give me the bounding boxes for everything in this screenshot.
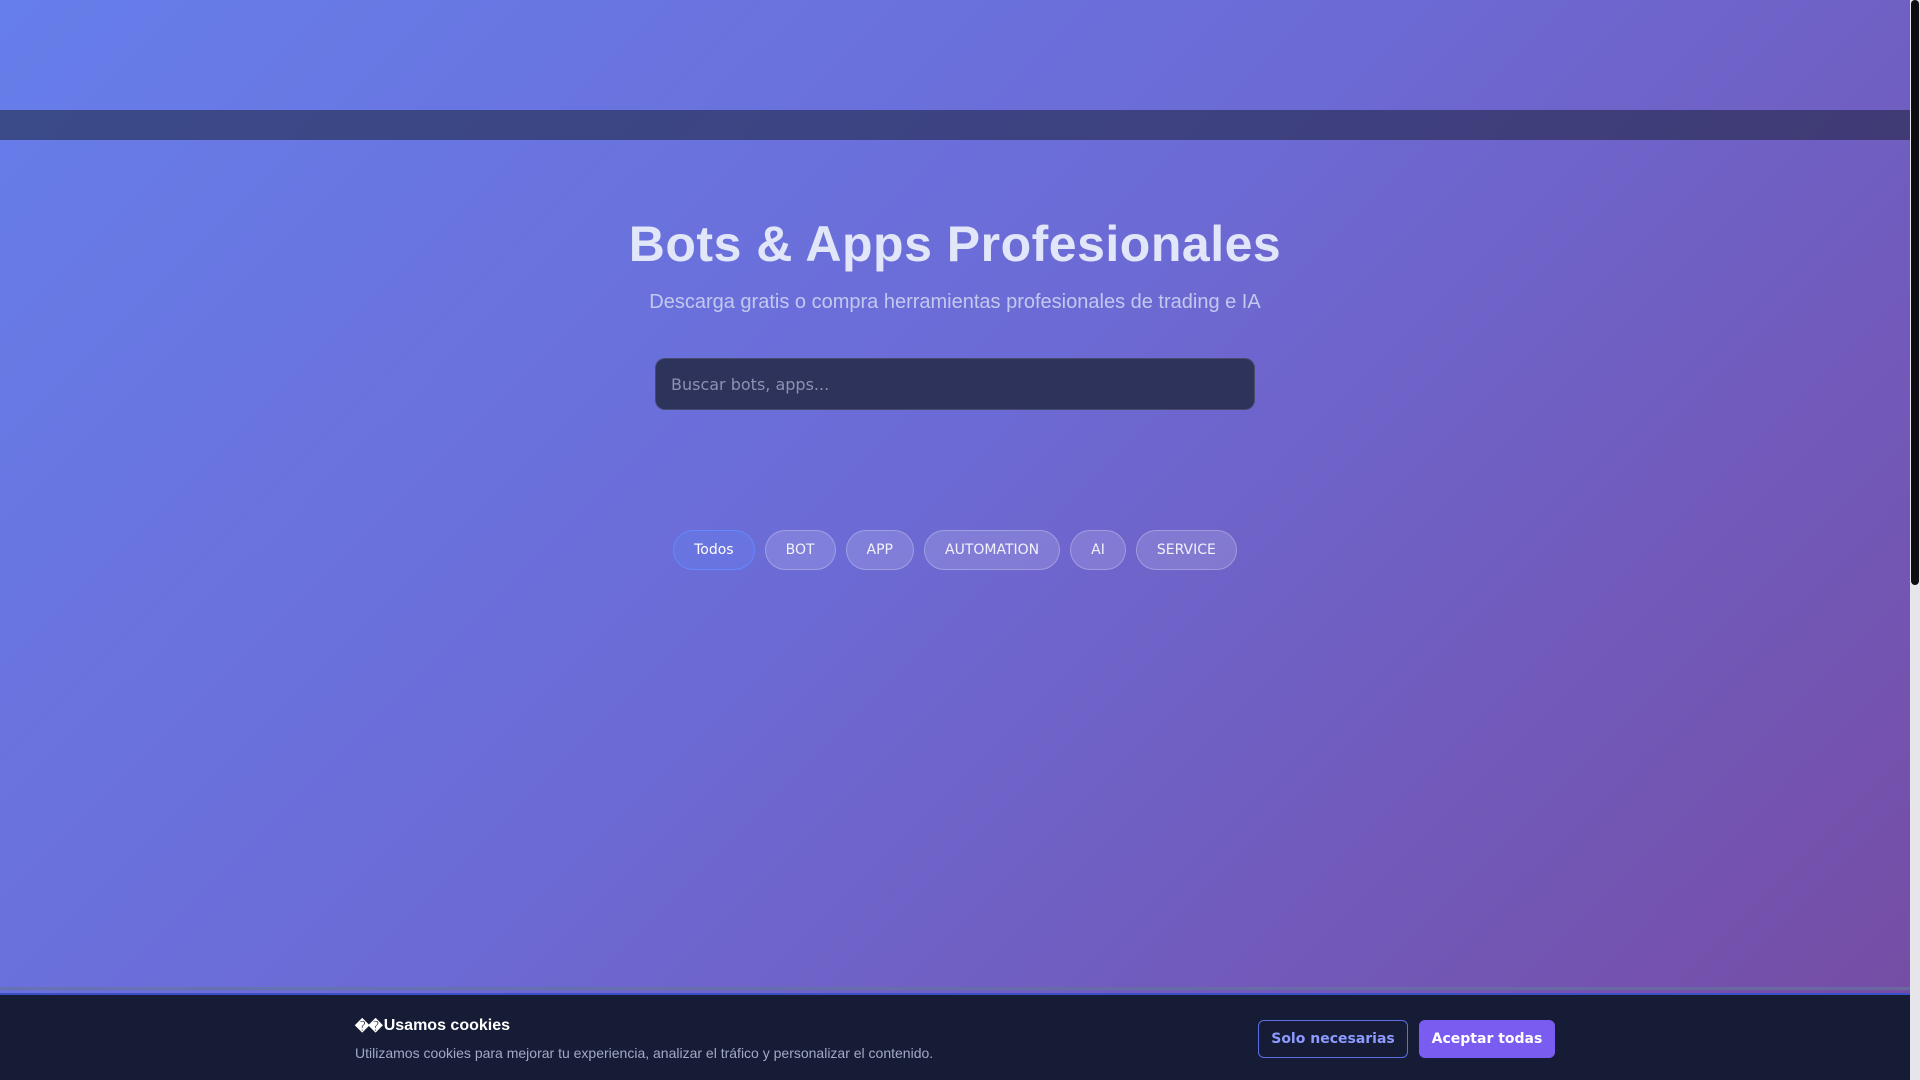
- search-input[interactable]: [671, 374, 1239, 394]
- page-subtitle: Descarga gratis o compra herramientas pr…: [649, 291, 1261, 313]
- filter-chip-ai[interactable]: AI: [1070, 530, 1126, 570]
- footer-divider: [0, 987, 1910, 990]
- hero-section: Bots & Apps Profesionales Descarga grati…: [0, 215, 1910, 314]
- filter-chip-bot[interactable]: BOT: [764, 530, 836, 570]
- cookie-description: Utilizamos cookies para mejorar tu exper…: [355, 1045, 934, 1061]
- nav-bar: [0, 110, 1910, 140]
- scrollbar[interactable]: [1910, 0, 1920, 1080]
- filter-chip-service[interactable]: SERVICE: [1135, 530, 1237, 570]
- filter-chip-todos[interactable]: Todos: [673, 530, 755, 570]
- only-necessary-button[interactable]: Solo necesarias: [1258, 1020, 1408, 1058]
- cookie-title: �� Usamos cookies: [355, 1017, 933, 1035]
- page: Bots & Apps Profesionales Descarga grati…: [0, 0, 1910, 1080]
- filter-chip-automation[interactable]: AUTOMATION: [924, 530, 1061, 570]
- cookie-title-label: Usamos cookies: [383, 1017, 510, 1034]
- page-title: Bots & Apps Profesionales: [628, 216, 1282, 272]
- cookie-text: �� Usamos cookies Utilizamos cookies par…: [355, 1017, 933, 1061]
- search-box: [655, 358, 1255, 410]
- cookie-banner: �� Usamos cookies Utilizamos cookies par…: [0, 993, 1910, 1080]
- cookie-icon: ��: [355, 1017, 383, 1034]
- scrollbar-thumb[interactable]: [1911, 0, 1919, 585]
- filter-chip-app[interactable]: APP: [845, 530, 914, 570]
- category-filters: Todos BOT APP AUTOMATION AI SERVICE: [0, 530, 1910, 570]
- accept-all-button[interactable]: Aceptar todas: [1419, 1020, 1555, 1058]
